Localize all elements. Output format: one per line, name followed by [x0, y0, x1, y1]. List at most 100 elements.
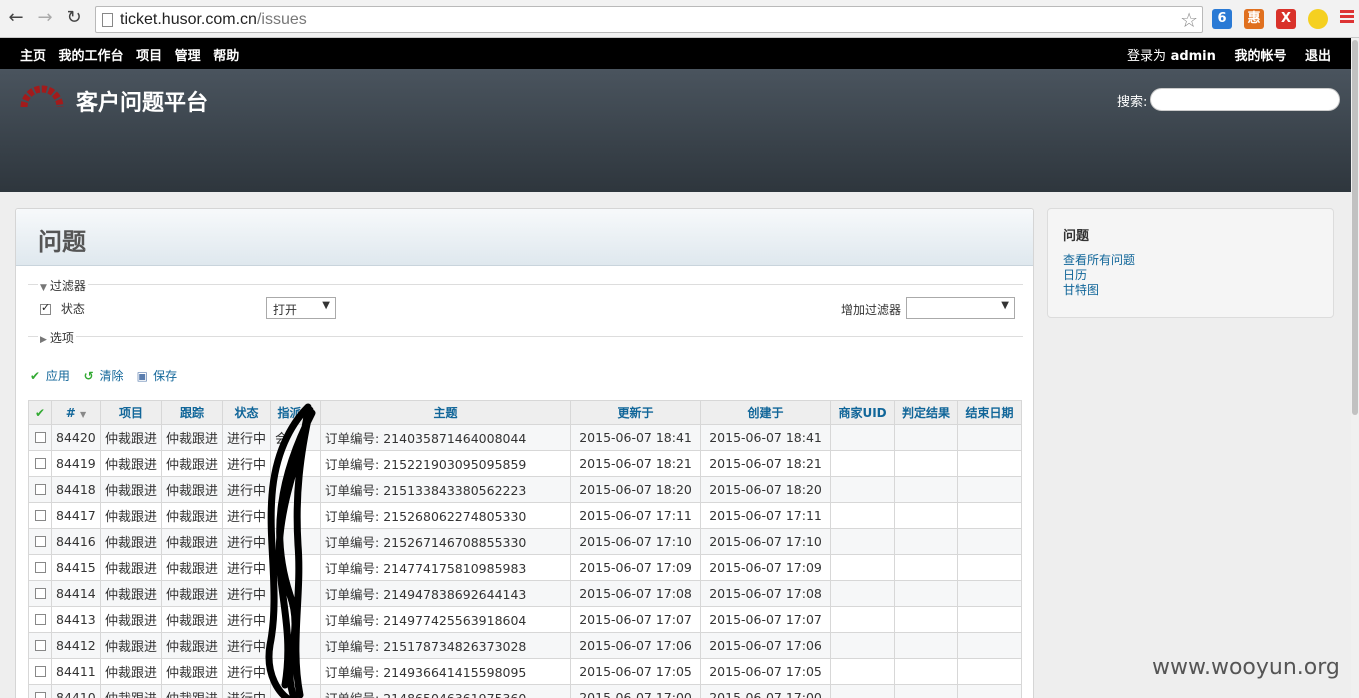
page-title: 问题	[16, 209, 1033, 266]
issue-id[interactable]: 84412	[51, 632, 101, 659]
issue-project: 仲裁跟进	[99, 580, 163, 607]
issue-id[interactable]: 84413	[51, 606, 101, 633]
extension-icon[interactable]	[1308, 9, 1328, 29]
issue-tracker: 仲裁跟进	[161, 632, 224, 659]
row-checkbox[interactable]	[34, 484, 46, 495]
table-row[interactable]: 84413 仲裁跟进 仲裁跟进 进行中 订单编号: 214977425563918604…	[28, 606, 1023, 633]
sidebar-link-calendar[interactable]: 日历	[1063, 268, 1318, 283]
column-header[interactable]: 主题	[320, 400, 572, 425]
issue-subject[interactable]: 订单编号: 215133843380562223	[320, 476, 572, 503]
options-legend[interactable]: ▶ 选项	[38, 329, 76, 346]
issue-due-date	[957, 554, 1023, 581]
search-input[interactable]	[1150, 88, 1340, 111]
extension-icon[interactable]: X	[1276, 9, 1296, 29]
issue-id[interactable]: 84417	[51, 502, 101, 529]
apply-button[interactable]: ✔ 应用	[28, 369, 70, 383]
issue-due-date	[957, 502, 1023, 529]
sidebar-link-all-issues[interactable]: 查看所有问题	[1063, 253, 1318, 268]
row-checkbox[interactable]	[34, 510, 46, 521]
row-checkbox[interactable]	[34, 640, 46, 651]
clear-button[interactable]: ↺ 清除	[82, 369, 124, 383]
issue-subject[interactable]: 订单编号: 214977425563918604	[320, 606, 572, 633]
forward-icon[interactable]: →	[35, 8, 55, 28]
column-header[interactable]: 更新于	[570, 400, 702, 425]
issue-subject[interactable]: 订单编号: 214947838692644143	[320, 580, 572, 607]
reload-icon[interactable]: ↻	[64, 8, 84, 28]
table-row[interactable]: 84417 仲裁跟进 仲裁跟进 进行中 订单编号: 215268062274805330…	[28, 502, 1023, 529]
issue-subject[interactable]: 订单编号: 214774175810985983	[320, 554, 572, 581]
column-header[interactable]: 商家UID	[830, 400, 896, 425]
menu-logout[interactable]: 退出	[1305, 49, 1331, 64]
issue-verdict	[894, 606, 959, 633]
extension-icon[interactable]: 6	[1212, 9, 1232, 29]
issue-id[interactable]: 84416	[51, 528, 101, 555]
row-checkbox[interactable]	[34, 536, 46, 547]
menu-my-account[interactable]: 我的帐号	[1234, 49, 1286, 64]
table-row[interactable]: 84412 仲裁跟进 仲裁跟进 进行中 订单编号: 215178734826373028…	[28, 632, 1023, 659]
row-checkbox[interactable]	[34, 692, 46, 698]
row-checkbox[interactable]	[34, 614, 46, 625]
row-select-cell	[28, 450, 52, 477]
issue-tracker: 仲裁跟进	[161, 606, 224, 633]
column-header[interactable]: # ▼	[51, 400, 101, 425]
save-button[interactable]: ▣ 保存	[135, 369, 178, 383]
issue-verdict	[894, 684, 959, 698]
browser-menu-icon[interactable]	[1340, 10, 1354, 25]
issue-id[interactable]: 84418	[51, 476, 101, 503]
issue-id[interactable]: 84411	[51, 658, 101, 685]
column-header[interactable]: 跟踪	[161, 400, 224, 425]
issue-project: 仲裁跟进	[99, 502, 163, 529]
table-row[interactable]: 84410仲裁跟进仲裁跟进进行中订单编号: 214865046361975360…	[28, 684, 1023, 698]
row-checkbox[interactable]	[34, 666, 46, 677]
column-header[interactable]: 指派给	[270, 400, 322, 425]
menu-help[interactable]: 帮助	[213, 49, 239, 64]
username-link[interactable]: admin	[1171, 49, 1216, 64]
column-header[interactable]: 判定结果	[894, 400, 959, 425]
issue-assignee	[270, 658, 322, 685]
sidebar-link-gantt[interactable]: 甘特图	[1063, 283, 1318, 298]
issue-created: 2015-06-07 17:11	[700, 502, 832, 529]
row-checkbox[interactable]	[34, 432, 46, 443]
page-scrollbar[interactable]	[1351, 38, 1359, 698]
issue-subject[interactable]: 订单编号: 214035871464008044	[320, 424, 572, 451]
address-bar[interactable]: ticket.husor.com.cn/issues ☆	[95, 6, 1203, 33]
menu-admin[interactable]: 管理	[175, 49, 201, 64]
issue-subject[interactable]: 订单编号: 215267146708855330	[320, 528, 572, 555]
column-header[interactable]: 状态	[222, 400, 272, 425]
table-row[interactable]: 84418 仲裁跟进 仲裁跟进 进行中 订单编号: 215133843380562223…	[28, 476, 1023, 503]
table-row[interactable]: 84416 仲裁跟进 仲裁跟进 进行中 订单编号: 215267146708855330…	[28, 528, 1023, 555]
status-filter-checkbox[interactable]	[40, 301, 51, 315]
issue-subject[interactable]: 订单编号: 215221903095095859	[320, 450, 572, 477]
issue-id[interactable]: 84415	[51, 554, 101, 581]
table-row[interactable]: 84419 仲裁跟进 仲裁跟进 进行中 订单编号: 215221903095095859…	[28, 450, 1023, 477]
row-checkbox[interactable]	[34, 588, 46, 599]
table-row[interactable]: 84415 仲裁跟进 仲裁跟进 进行中 订单编号: 214774175810985983…	[28, 554, 1023, 581]
row-checkbox[interactable]	[34, 562, 46, 573]
extension-icon[interactable]: 惠	[1244, 9, 1264, 29]
table-row[interactable]: 84411 仲裁跟进 仲裁跟进 进行中 订单编号: 214936641415598095…	[28, 658, 1023, 685]
select-all-header[interactable]: ✔	[28, 400, 52, 425]
bookmark-star-icon[interactable]: ☆	[1180, 8, 1198, 32]
back-icon[interactable]: ←	[6, 8, 26, 28]
row-checkbox[interactable]	[34, 458, 46, 469]
table-row[interactable]: 84414 仲裁跟进 仲裁跟进 进行中 订单编号: 214947838692644143…	[28, 580, 1023, 607]
column-header[interactable]: 项目	[99, 400, 163, 425]
column-header[interactable]: 结束日期	[957, 400, 1023, 425]
add-filter-select[interactable]: ▼	[906, 297, 1015, 319]
menu-my-page[interactable]: 我的工作台	[59, 49, 124, 64]
issue-id[interactable]: 84414	[51, 580, 101, 607]
issue-subject[interactable]: 订单编号: 215268062274805330	[320, 502, 572, 529]
issue-id[interactable]: 84420	[51, 424, 101, 451]
column-header[interactable]: 创建于	[700, 400, 832, 425]
issue-subject[interactable]: 订单编号: 214865046361975360	[320, 684, 572, 698]
issue-id[interactable]: 84419	[51, 450, 101, 477]
issue-id[interactable]: 84410	[51, 684, 101, 698]
scrollbar-thumb[interactable]	[1352, 40, 1358, 415]
table-row[interactable]: 84420 仲裁跟进 仲裁跟进 进行中会订单编号: 21403587146400804…	[28, 424, 1023, 451]
issue-subject[interactable]: 订单编号: 215178734826373028	[320, 632, 572, 659]
status-operator-select[interactable]: 打开 ▼	[266, 297, 336, 319]
menu-projects[interactable]: 项目	[136, 49, 162, 64]
filters-legend[interactable]: ▼ 过滤器	[38, 277, 88, 294]
issue-subject[interactable]: 订单编号: 214936641415598095	[320, 658, 572, 685]
menu-home[interactable]: 主页	[20, 49, 46, 64]
